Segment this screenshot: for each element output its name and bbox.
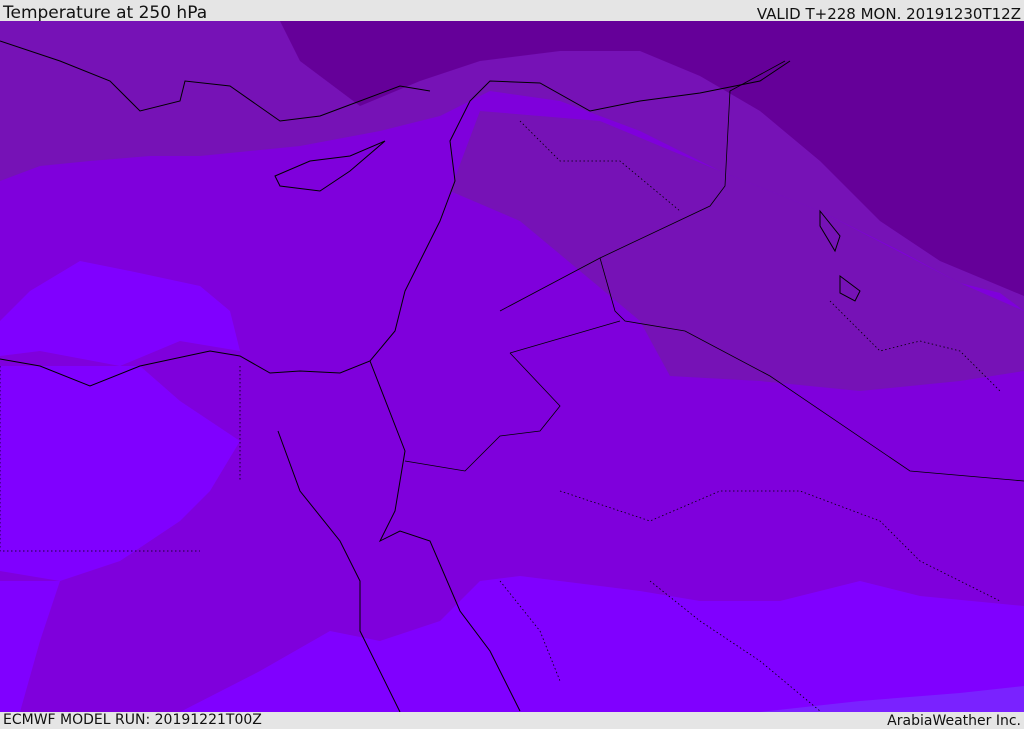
brand-credit: ArabiaWeather Inc. [887, 713, 1021, 729]
map-title: Temperature at 250 hPa [3, 3, 208, 23]
footer-bar: ECMWF MODEL RUN: 20191221T00Z ArabiaWeat… [0, 712, 1024, 729]
temperature-map [0, 21, 1024, 712]
header-bar: Temperature at 250 hPa VALID T+228 MON. … [0, 0, 1024, 23]
model-run: ECMWF MODEL RUN: 20191221T00Z [3, 712, 262, 728]
